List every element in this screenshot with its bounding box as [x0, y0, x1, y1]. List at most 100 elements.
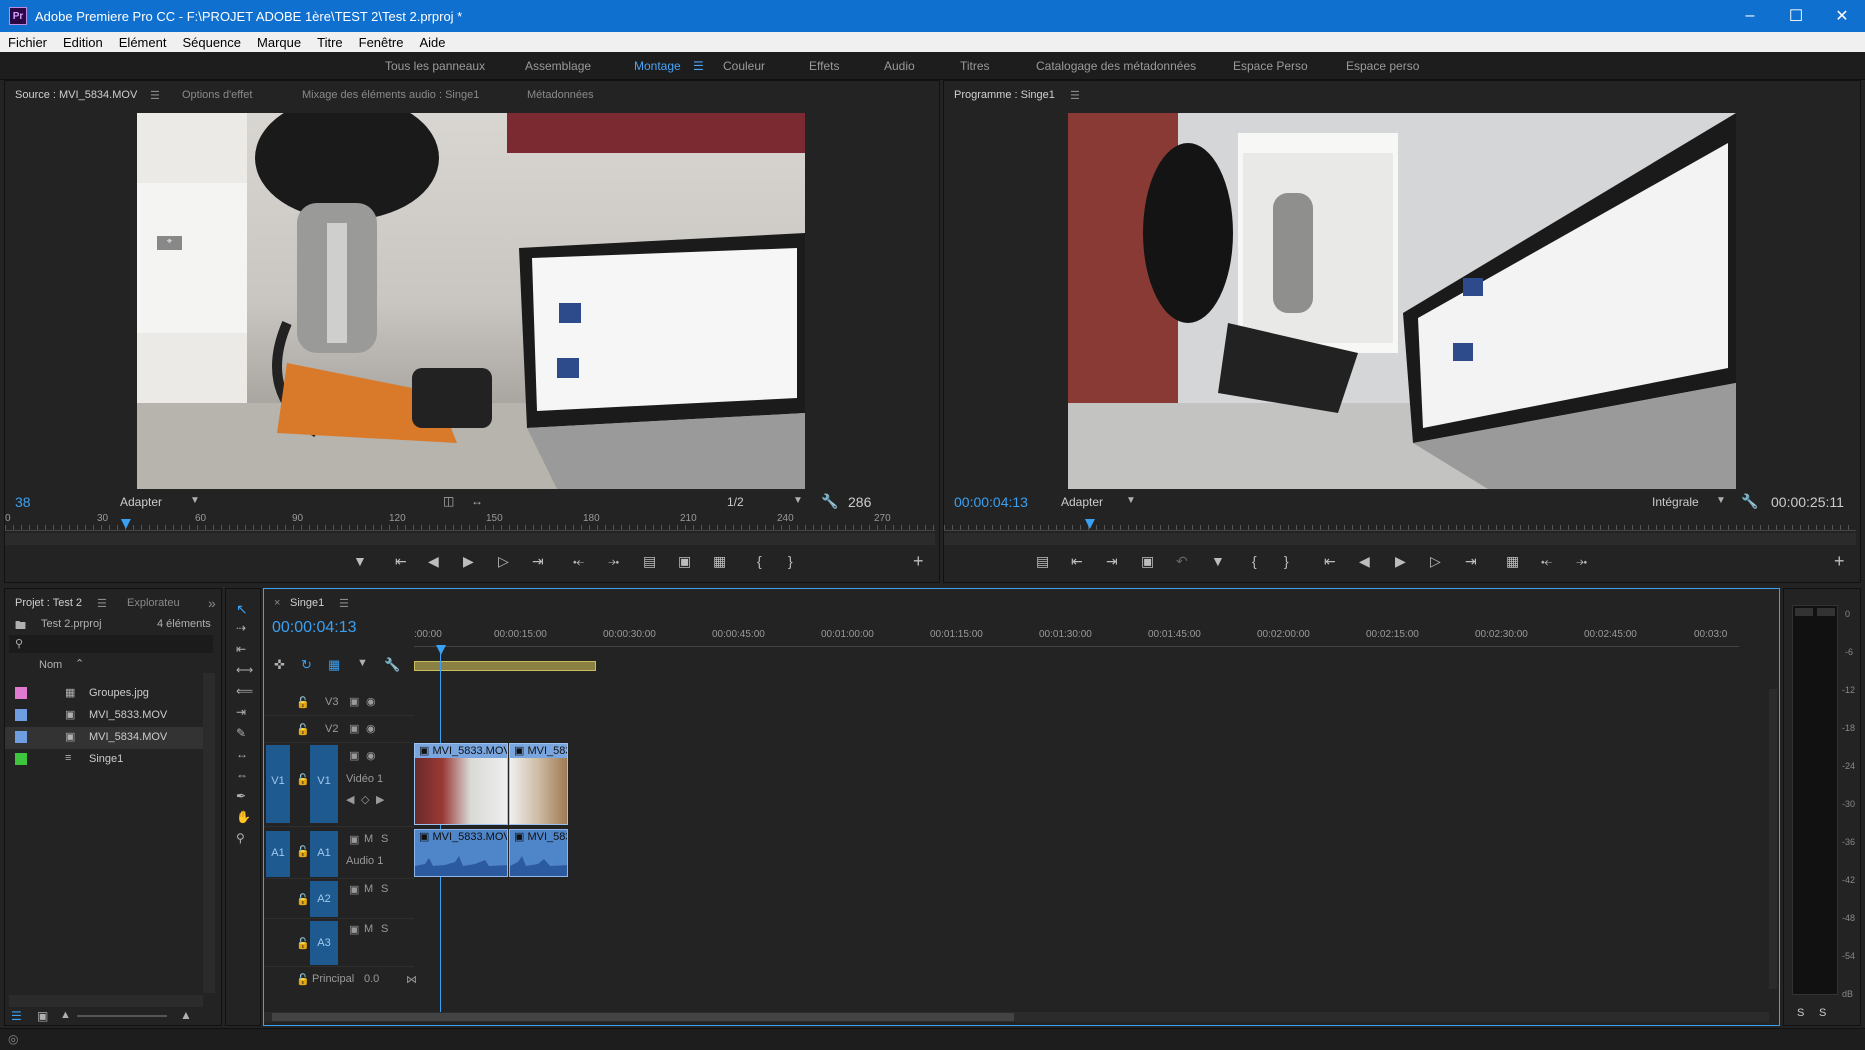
step-forward-icon[interactable]: ▷	[1430, 553, 1441, 570]
add-marker-icon[interactable]: ▼	[353, 553, 367, 569]
play-icon[interactable]: ▶	[1395, 553, 1406, 570]
eye-icon[interactable]: ◉	[366, 749, 376, 762]
timeline-timecode[interactable]: 00:00:04:13	[272, 619, 357, 637]
solo-button[interactable]: S	[381, 923, 388, 935]
solo-button[interactable]: S	[381, 883, 388, 895]
step-back-icon[interactable]: ◀	[1359, 553, 1370, 570]
background-task-icon[interactable]: ◎	[8, 1032, 18, 1046]
workspace-titres[interactable]: Titres	[960, 59, 990, 73]
ripple-edit-tool-icon[interactable]: ⇤	[236, 642, 246, 656]
slide-tool-icon[interactable]: ⇔	[236, 768, 248, 782]
icon-view-icon[interactable]: ▣	[37, 1009, 48, 1023]
workspace-catalogage[interactable]: Catalogage des métadonnées	[1036, 59, 1196, 73]
workspace-espace-perso-2[interactable]: Espace perso	[1346, 59, 1419, 73]
timeline-playhead[interactable]	[436, 645, 446, 655]
program-fit-dropdown-icon[interactable]: ▼	[1126, 495, 1136, 506]
tab-mixage-audio[interactable]: Mixage des éléments audio : Singe1	[302, 89, 479, 101]
zoom-in-icon[interactable]: ▲	[180, 1008, 192, 1022]
timeline-clip[interactable]: ▣ MVI_5833.MOV	[414, 743, 508, 825]
lock-icon[interactable]: 🔓	[296, 973, 310, 986]
tab-projet[interactable]: Projet : Test 2	[15, 597, 82, 609]
voiceover-icon[interactable]: ▣	[349, 833, 359, 846]
hand-tool-icon[interactable]: ✋	[236, 810, 251, 824]
project-menu-icon[interactable]: ☰	[97, 597, 107, 610]
mute-button[interactable]: M	[364, 833, 373, 845]
track-name[interactable]: V3	[325, 696, 338, 708]
rate-stretch-tool-icon[interactable]: ⟸	[236, 684, 253, 698]
source-scroll-bar[interactable]	[5, 533, 935, 545]
column-header-nom[interactable]: Nom	[39, 659, 62, 671]
workspace-menu-icon[interactable]: ☰	[693, 59, 704, 73]
overwrite-icon[interactable]: ▦	[713, 553, 726, 570]
track-select-tool-icon[interactable]: ⇢	[236, 621, 246, 635]
tab-explorateur[interactable]: Explorateu	[127, 597, 180, 609]
track-name[interactable]: A2	[310, 881, 338, 917]
program-video-frame[interactable]	[1068, 113, 1736, 489]
razor-tool-icon[interactable]: ✎	[236, 726, 246, 740]
tab-options-effet[interactable]: Options d'effet	[182, 89, 252, 101]
program-scroll-bar[interactable]	[944, 533, 1856, 545]
menu-sequence[interactable]: Séquence	[174, 35, 249, 50]
play-icon[interactable]: ▶	[463, 553, 474, 570]
settings-frame-icon[interactable]: ◫	[443, 494, 454, 508]
master-end-icon[interactable]: ⋈	[406, 973, 417, 986]
add-button-icon[interactable]: +	[913, 551, 924, 572]
timeline-scroll-thumb[interactable]	[272, 1013, 1014, 1021]
lock-icon[interactable]: 🔓	[296, 773, 310, 786]
close-button[interactable]: ✕	[1819, 0, 1865, 32]
prev-keyframe-icon[interactable]: ◀	[346, 793, 354, 806]
go-to-out-point-icon[interactable]: ⇥	[1465, 553, 1477, 570]
snap-icon[interactable]: ✜	[274, 657, 285, 673]
workspace-effets[interactable]: Effets	[809, 59, 839, 73]
mute-button[interactable]: M	[364, 883, 373, 895]
linked-selection-icon[interactable]: ↻	[301, 657, 312, 673]
selection-tool-icon[interactable]: ↖	[236, 601, 248, 618]
go-to-in-icon[interactable]: ⇤	[395, 553, 407, 570]
add-marker-icon[interactable]: ▼	[357, 657, 368, 669]
project-hscrollbar[interactable]	[9, 995, 203, 1007]
workspace-audio[interactable]: Audio	[884, 59, 915, 73]
step-forward-icon[interactable]: ▷	[498, 553, 509, 570]
program-quality-dropdown-icon[interactable]: ▼	[1716, 495, 1726, 506]
source-video-frame[interactable]	[137, 113, 805, 489]
eye-icon[interactable]: ◉	[366, 722, 376, 735]
source-patch-a1[interactable]: A1	[266, 831, 290, 877]
tab-sequence[interactable]: Singe1	[290, 597, 324, 609]
camera-icon[interactable]: ▣	[1141, 553, 1154, 570]
menu-fichier[interactable]: Fichier	[0, 35, 55, 50]
minimize-button[interactable]: –	[1727, 0, 1773, 32]
trim-forward-icon[interactable]: ⤞	[1576, 553, 1587, 570]
bracket-out-icon[interactable]: }	[1284, 553, 1289, 569]
film-icon[interactable]: ▣	[349, 749, 359, 762]
track-select-multi-icon[interactable]: ⇥	[236, 705, 246, 719]
workspace-tous-les-panneaux[interactable]: Tous les panneaux	[385, 59, 485, 73]
pen-tool-icon[interactable]: ✒	[236, 789, 246, 803]
lock-icon[interactable]: 🔓	[296, 696, 310, 709]
sort-ascending-icon[interactable]: ⌃	[75, 657, 84, 670]
film-icon[interactable]: ▣	[349, 695, 359, 708]
timeline-wrench-icon[interactable]: 🔧	[384, 657, 400, 673]
insert-icon[interactable]: ▤	[643, 553, 656, 570]
menu-element[interactable]: Elément	[111, 35, 175, 50]
list-item[interactable]: ▣ MVI_5834.MOV	[5, 727, 205, 749]
add-button-icon[interactable]: +	[1834, 551, 1845, 572]
workspace-espace-perso-1[interactable]: Espace Perso	[1233, 59, 1308, 73]
lock-icon[interactable]: 🔓	[296, 893, 310, 906]
timeline-audio-clip[interactable]: ▣ MVI_5833.MOV	[414, 829, 508, 877]
nest-icon[interactable]: ▦	[328, 657, 340, 673]
lock-icon[interactable]: 🔓	[296, 723, 310, 736]
timeline-vscrollbar[interactable]	[1769, 689, 1777, 989]
menu-marque[interactable]: Marque	[249, 35, 309, 50]
master-volume[interactable]: 0.0	[364, 973, 379, 985]
tab-source[interactable]: Source : MVI_5834.MOV	[15, 89, 137, 101]
tab-programme[interactable]: Programme : Singe1	[954, 89, 1055, 101]
drag-video-icon[interactable]: ↔	[471, 494, 483, 508]
source-time-ruler[interactable]: 0 30 60 90 120 150 180 210 240 270	[5, 513, 935, 531]
list-item[interactable]: ▦ Groupes.jpg	[5, 683, 205, 705]
source-patch-v1[interactable]: V1	[266, 745, 290, 823]
program-quality-select[interactable]: Intégrale	[1652, 495, 1699, 509]
more-panels-icon[interactable]: »	[208, 595, 216, 611]
timeline-clip[interactable]: ▣ MVI_583	[509, 743, 568, 825]
close-tab-icon[interactable]: ×	[274, 597, 280, 609]
maximize-button[interactable]: ☐	[1773, 0, 1819, 32]
